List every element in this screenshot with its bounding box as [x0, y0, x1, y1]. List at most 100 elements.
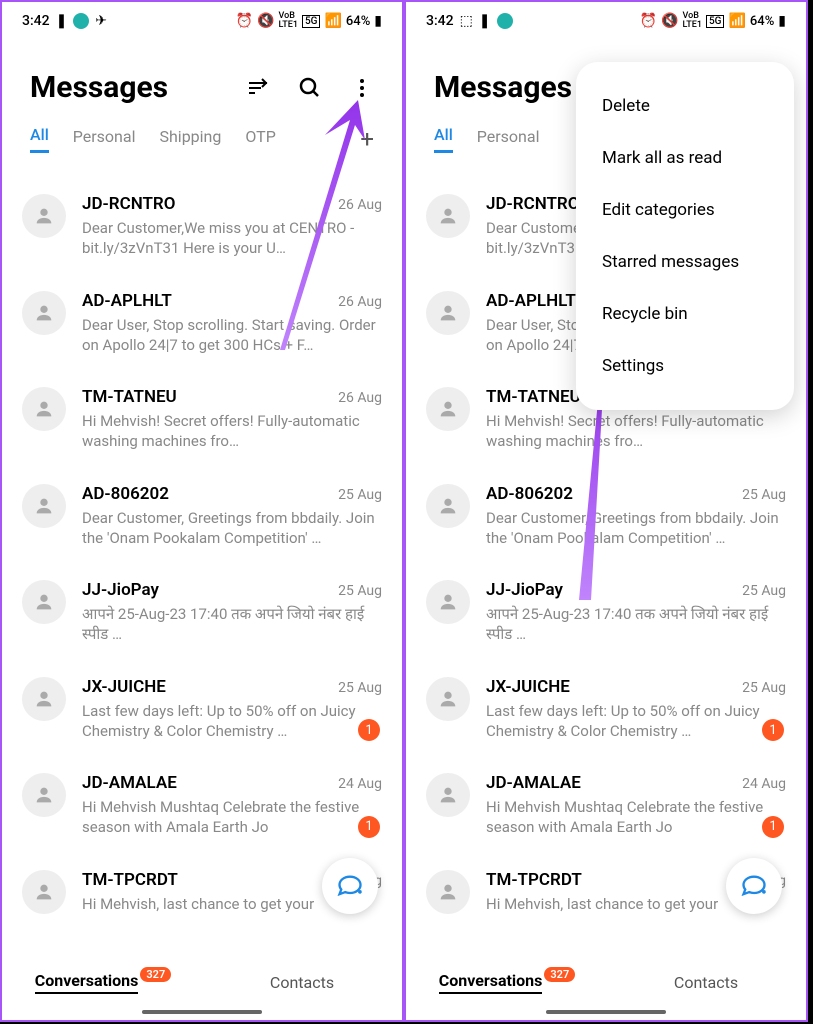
message-date: 26 Aug	[338, 294, 382, 310]
bottom-nav: Conversations 327 Contacts	[2, 944, 402, 1020]
compose-button[interactable]	[322, 858, 378, 914]
app-indicator-icon	[73, 13, 89, 29]
message-date: 25 Aug	[338, 583, 382, 599]
filter-icon[interactable]	[246, 76, 270, 100]
nav-conversations[interactable]: Conversations 327	[406, 944, 606, 1020]
unread-badge: 1	[358, 719, 380, 741]
avatar	[426, 677, 470, 721]
menu-starred[interactable]: Starred messages	[576, 236, 794, 288]
tab-all[interactable]: All	[434, 125, 453, 153]
status-bar: 3:42 ⬚ ❚ ⏰ 🔇 VoBLTE1 5G 📶 64% ▮	[406, 2, 806, 40]
message-date: 26 Aug	[338, 197, 382, 213]
message-sender: AD-806202	[82, 484, 169, 504]
category-tabs: All Personal Shipping OTP +	[2, 125, 402, 170]
search-icon[interactable]	[298, 76, 322, 100]
nav-contacts[interactable]: Contacts	[202, 944, 402, 1020]
status-time: 3:42	[426, 13, 454, 29]
message-preview: Hi Mehvish Mushtaq Celebrate the festive…	[82, 797, 382, 838]
message-sender: JD-AMALAE	[486, 773, 581, 793]
compose-button[interactable]	[726, 858, 782, 914]
signal-icon: 📶	[728, 13, 745, 29]
avatar	[22, 580, 66, 624]
message-sender: TM-TPCRDT	[82, 870, 178, 890]
message-date: 24 Aug	[338, 776, 382, 792]
message-preview: आपने 25-Aug-23 17:40 तक अपने जियो नंबर ह…	[486, 604, 786, 645]
tab-all[interactable]: All	[30, 125, 49, 153]
message-item[interactable]: JX-JUICHE 25 Aug Last few days left: Up …	[406, 661, 806, 758]
message-item[interactable]: JD-RCNTRO 26 Aug Dear Customer,We miss y…	[2, 178, 402, 275]
avatar	[22, 484, 66, 528]
unread-badge: 1	[762, 719, 784, 741]
avatar	[426, 291, 470, 335]
message-preview: Last few days left: Up to 50% off on Jui…	[82, 701, 382, 742]
avatar	[22, 194, 66, 238]
location-icon: ❚	[56, 13, 68, 29]
message-date: 26 Aug	[338, 390, 382, 406]
tab-shipping[interactable]: Shipping	[159, 127, 221, 152]
tab-otp[interactable]: OTP	[245, 127, 275, 152]
gallery-icon: ⬚	[460, 13, 473, 29]
message-sender: JJ-JioPay	[82, 580, 159, 600]
message-date: 25 Aug	[742, 487, 786, 503]
message-sender: JD-RCNTRO	[486, 194, 579, 214]
message-preview: Dear Customer, Greetings from bbdaily. J…	[82, 508, 382, 549]
message-item[interactable]: JX-JUICHE 25 Aug Last few days left: Up …	[2, 661, 402, 758]
page-title: Messages	[30, 70, 168, 105]
battery-percent: 64%	[346, 14, 370, 29]
nav-contacts[interactable]: Contacts	[606, 944, 806, 1020]
message-preview: Last few days left: Up to 50% off on Jui…	[486, 701, 786, 742]
message-date: 25 Aug	[742, 583, 786, 599]
unread-badge: 1	[358, 816, 380, 838]
battery-icon: ▮	[778, 13, 786, 29]
message-sender: TM-TATNEU	[82, 387, 177, 407]
message-item[interactable]: JJ-JioPay 25 Aug आपने 25-Aug-23 17:40 तक…	[406, 564, 806, 661]
menu-edit-categories[interactable]: Edit categories	[576, 184, 794, 236]
add-category-icon[interactable]: +	[360, 125, 374, 153]
message-sender: JD-AMALAE	[82, 773, 177, 793]
avatar	[426, 580, 470, 624]
message-item[interactable]: AD-APLHLT 26 Aug Dear User, Stop scrolli…	[2, 275, 402, 372]
message-item[interactable]: JD-AMALAE 24 Aug Hi Mehvish Mushtaq Cele…	[2, 757, 402, 854]
message-date: 25 Aug	[742, 680, 786, 696]
conversations-badge: 327	[140, 967, 171, 982]
message-sender: AD-APLHLT	[486, 291, 576, 311]
avatar	[426, 870, 470, 914]
message-sender: AD-806202	[486, 484, 573, 504]
bottom-nav: Conversations 327 Contacts	[406, 944, 806, 1020]
message-item[interactable]: AD-806202 25 Aug Dear Customer, Greeting…	[2, 468, 402, 565]
tab-personal[interactable]: Personal	[477, 127, 540, 152]
menu-mark-read[interactable]: Mark all as read	[576, 132, 794, 184]
message-preview: Dear Customer,We miss you at CENTRO - bi…	[82, 218, 382, 259]
message-sender: AD-APLHLT	[82, 291, 172, 311]
message-item[interactable]: AD-806202 25 Aug Dear Customer, Greeting…	[406, 468, 806, 565]
nav-handle	[142, 1010, 262, 1014]
battery-percent: 64%	[750, 14, 774, 29]
menu-recycle-bin[interactable]: Recycle bin	[576, 288, 794, 340]
message-item[interactable]: TM-TATNEU 26 Aug Hi Mehvish! Secret offe…	[2, 371, 402, 468]
menu-settings[interactable]: Settings	[576, 340, 794, 392]
message-date: 25 Aug	[338, 487, 382, 503]
message-sender: JJ-JioPay	[486, 580, 563, 600]
location-icon: ❚	[479, 13, 491, 29]
lte-indicator: VoBLTE1	[683, 12, 702, 30]
app-header: Messages	[2, 40, 402, 125]
message-sender: TM-TPCRDT	[486, 870, 582, 890]
message-preview: Hi Mehvish Mushtaq Celebrate the festive…	[486, 797, 786, 838]
mute-icon: 🔇	[257, 13, 274, 29]
menu-delete[interactable]: Delete	[576, 80, 794, 132]
alarm-icon: ⏰	[640, 13, 657, 29]
nav-conversations[interactable]: Conversations 327	[2, 944, 202, 1020]
message-item[interactable]: JJ-JioPay 25 Aug आपने 25-Aug-23 17:40 तक…	[2, 564, 402, 661]
phone-right: 3:42 ⬚ ❚ ⏰ 🔇 VoBLTE1 5G 📶 64% ▮ Messages…	[404, 0, 808, 1022]
message-preview: Dear Customer, Greetings from bbdaily. J…	[486, 508, 786, 549]
message-preview: आपने 25-Aug-23 17:40 तक अपने जियो नंबर ह…	[82, 604, 382, 645]
message-preview: Hi Mehvish! Secret offers! Fully-automat…	[486, 411, 786, 452]
message-date: 25 Aug	[338, 680, 382, 696]
message-list: JD-RCNTRO 26 Aug Dear Customer,We miss y…	[2, 170, 402, 938]
avatar	[22, 870, 66, 914]
more-icon[interactable]	[350, 76, 374, 100]
message-item[interactable]: JD-AMALAE 24 Aug Hi Mehvish Mushtaq Cele…	[406, 757, 806, 854]
tab-personal[interactable]: Personal	[73, 127, 136, 152]
phone-left: 3:42 ❚ ✈ ⏰ 🔇 VoBLTE1 5G 📶 64% ▮ Messages	[0, 0, 404, 1022]
avatar	[426, 387, 470, 431]
